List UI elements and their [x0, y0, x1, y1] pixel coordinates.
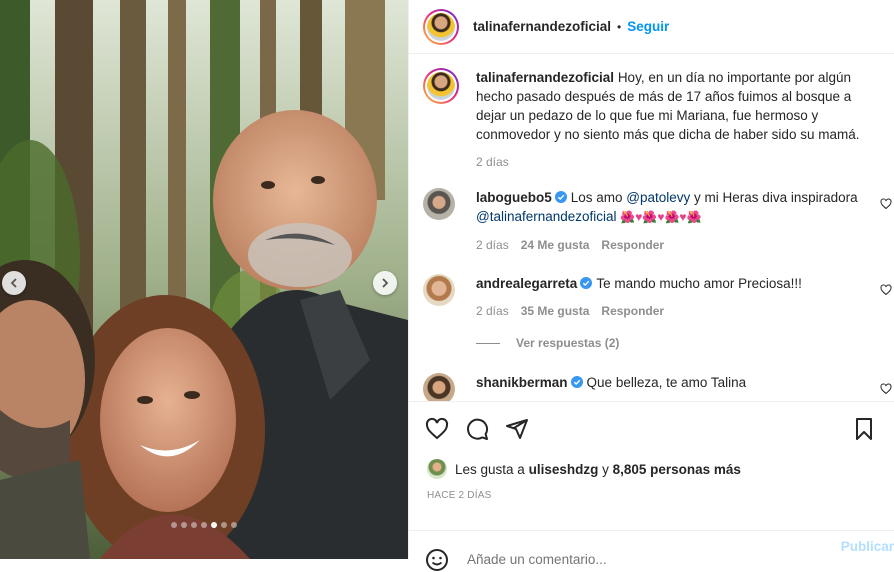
- carousel-dot: [171, 522, 177, 528]
- comment-text: y mi Heras diva inspiradora: [690, 190, 858, 205]
- bookmark-icon[interactable]: [852, 417, 876, 441]
- comment-item: andrealegarreta Te mando mucho amor Preci…: [423, 274, 894, 321]
- caption: talinafernandezoficial Hoy, en un día no…: [423, 68, 894, 172]
- heart-icon[interactable]: [425, 417, 449, 441]
- replies-divider: [476, 342, 500, 344]
- comment-text: Los amo: [570, 190, 627, 205]
- comment-time[interactable]: 2 días: [476, 302, 509, 321]
- carousel-dot: [231, 522, 237, 528]
- carousel-dot: [191, 522, 197, 528]
- commenter-avatar[interactable]: [423, 188, 455, 220]
- caption-username[interactable]: talinafernandezoficial: [476, 70, 614, 85]
- header-separator: •: [617, 19, 622, 34]
- caption-avatar[interactable]: [423, 68, 459, 104]
- comment-item: shanikberman Que belleza, te amo Talina: [423, 373, 894, 401]
- post-photo[interactable]: [0, 0, 408, 559]
- carousel-dot: [181, 522, 187, 528]
- comment-username[interactable]: andrealegarreta: [476, 276, 577, 291]
- commenter-avatar[interactable]: [423, 274, 455, 306]
- comment-likes[interactable]: 35 Me gusta: [521, 302, 590, 321]
- comment-composer: Publicar: [409, 530, 894, 571]
- carousel-next-button[interactable]: [373, 271, 397, 295]
- likes-prefix: Les gusta a: [455, 461, 525, 477]
- verified-badge-icon: [570, 376, 583, 388]
- comment-item: laboguebo5 Los amo @patolevy y mi Heras d…: [423, 188, 894, 255]
- chevron-left-icon: [10, 278, 17, 288]
- comment-icon[interactable]: [465, 417, 489, 441]
- author-avatar[interactable]: [423, 8, 459, 45]
- publish-button[interactable]: Publicar: [841, 539, 894, 554]
- emoji-icon[interactable]: [425, 548, 449, 572]
- carousel-dot: [221, 522, 227, 528]
- comment-time[interactable]: 2 días: [476, 236, 509, 255]
- comment-username[interactable]: laboguebo5: [476, 190, 552, 205]
- comments-list[interactable]: talinafernandezoficial Hoy, en un día no…: [409, 55, 894, 401]
- comment-input[interactable]: [465, 551, 799, 568]
- share-icon[interactable]: [505, 417, 529, 441]
- mention-link[interactable]: @patolevy: [626, 190, 690, 205]
- reply-button[interactable]: Responder: [601, 302, 664, 321]
- liker-username[interactable]: uliseshdzg: [529, 462, 599, 477]
- comment-like-icon[interactable]: [880, 383, 892, 395]
- carousel-prev-button[interactable]: [2, 271, 26, 295]
- post-header: talinafernandezoficial • Seguir: [409, 0, 894, 54]
- liker-avatar[interactable]: [427, 459, 447, 479]
- chevron-right-icon: [382, 278, 389, 288]
- likes-count[interactable]: 8,805 personas más: [613, 462, 741, 477]
- comment-text: Que belleza, te amo Talina: [586, 375, 747, 390]
- follow-button[interactable]: Seguir: [627, 19, 669, 34]
- forest-selfie-image: [0, 0, 408, 559]
- view-replies-label: Ver respuestas (2): [516, 336, 620, 350]
- reply-button[interactable]: Responder: [601, 236, 664, 255]
- post-timestamp[interactable]: HACE 2 DÍAS: [427, 490, 491, 501]
- view-replies-button[interactable]: Ver respuestas (2): [476, 336, 619, 350]
- carousel-dot: [201, 522, 207, 528]
- comment-like-icon[interactable]: [880, 198, 892, 210]
- commenter-avatar[interactable]: [423, 373, 455, 401]
- mention-link[interactable]: @talinafernandezoficial: [476, 209, 617, 224]
- carousel-indicator: [0, 522, 408, 528]
- post-side-panel: talinafernandezoficial • Seguir talinafe…: [408, 0, 894, 571]
- post-actions: [409, 401, 894, 456]
- comment-likes[interactable]: 24 Me gusta: [521, 236, 590, 255]
- caption-time[interactable]: 2 días: [476, 153, 509, 172]
- comment-text: Te mando mucho amor Preciosa!!!: [596, 276, 802, 291]
- comment-username[interactable]: shanikberman: [476, 375, 568, 390]
- comment-like-icon[interactable]: [880, 284, 892, 296]
- likes-summary: Les gusta a uliseshdzg y 8,805 personas …: [427, 459, 741, 479]
- likes-middle: y: [598, 461, 613, 477]
- verified-badge-icon: [554, 191, 567, 203]
- author-username[interactable]: talinafernandezoficial: [473, 19, 611, 34]
- emoji-row: 🌺♥🌺♥🌺♥🌺: [620, 210, 702, 224]
- verified-badge-icon: [580, 277, 593, 289]
- carousel-dot: [211, 522, 217, 528]
